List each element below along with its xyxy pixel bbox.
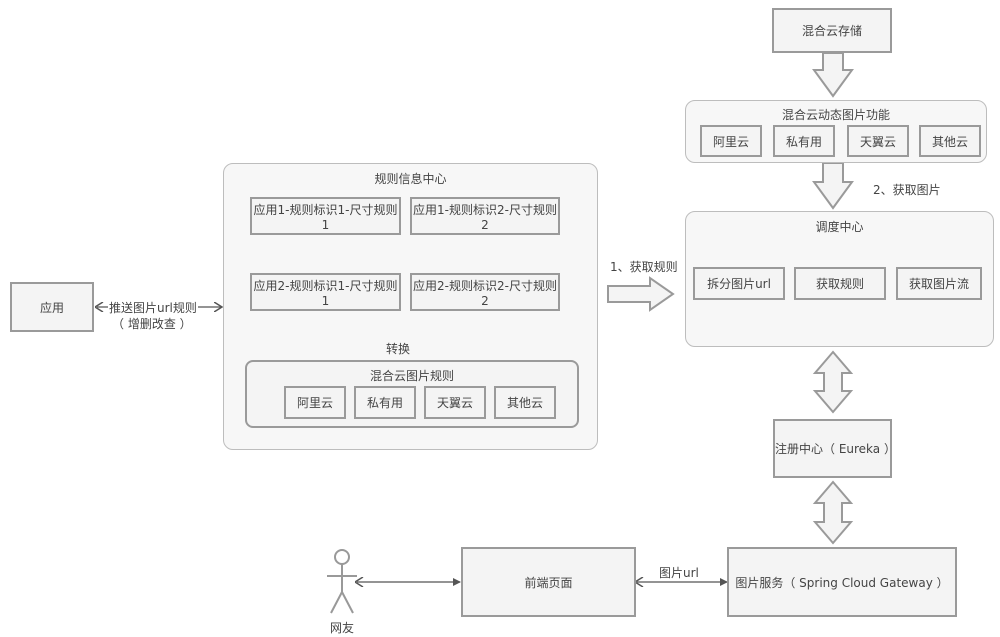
rule-cloud-aliyun[interactable]: 阿里云: [284, 386, 346, 419]
image-url-label: 图片url: [659, 566, 699, 580]
hybrid-storage-label: 混合云存储: [801, 24, 862, 38]
application-node[interactable]: 应用: [10, 282, 94, 332]
hybrid-storage-node[interactable]: 混合云存储: [772, 8, 892, 53]
rule-app1-id1[interactable]: 应用1-规则标识1-尺寸规则1: [250, 197, 401, 235]
dispatch-get-image-stream[interactable]: 获取图片流: [896, 267, 982, 300]
rule-app2-id1[interactable]: 应用2-规则标识1-尺寸规则1: [250, 273, 401, 311]
dynamic-cloud-other[interactable]: 其他云: [919, 125, 981, 157]
block-arrow-right-get-rules: [607, 276, 675, 312]
rule-info-center-title: 规则信息中心: [374, 172, 447, 186]
block-arrow-down-get-image: [812, 162, 854, 210]
dynamic-cloud-private[interactable]: 私有用: [773, 125, 835, 157]
hybrid-rules-title: 混合云图片规则: [369, 369, 454, 383]
push-rules-sublabel: （ 增删改查 ）: [112, 317, 192, 331]
block-double-arrow-dispatch-registry: [812, 350, 854, 414]
hybrid-rules-container: 混合云图片规则 阿里云 私有用 天翼云 其他云: [245, 360, 579, 428]
block-arrow-down-storage: [812, 52, 854, 98]
netizen-label: 网友: [330, 621, 355, 635]
get-image-label: 2、获取图片: [873, 183, 941, 197]
rule-cloud-tianyi[interactable]: 天翼云: [424, 386, 486, 419]
dynamic-image-function-container: 混合云动态图片功能 阿里云 私有用 天翼云 其他云: [685, 100, 987, 163]
rule-app1-id2[interactable]: 应用1-规则标识2-尺寸规则2: [410, 197, 560, 235]
get-rules-label: 1、获取规则: [610, 260, 678, 274]
dynamic-image-function-title: 混合云动态图片功能: [781, 108, 890, 122]
block-double-arrow-registry-gateway: [812, 480, 854, 545]
rule-app2-id2[interactable]: 应用2-规则标识2-尺寸规则2: [410, 273, 560, 311]
image-service-gateway-node[interactable]: 图片服务（ Spring Cloud Gateway ）: [727, 547, 957, 617]
dispatch-center-title: 调度中心: [815, 220, 864, 234]
rule-cloud-private[interactable]: 私有用: [354, 386, 416, 419]
rule-cloud-other[interactable]: 其他云: [494, 386, 556, 419]
convert-label: 转换: [386, 342, 411, 356]
frontend-page-node[interactable]: 前端页面: [461, 547, 636, 617]
dynamic-cloud-tianyi[interactable]: 天翼云: [847, 125, 909, 157]
dispatch-get-rules[interactable]: 获取规则: [794, 267, 886, 300]
registry-eureka-node[interactable]: 注册中心（ Eureka ）: [773, 419, 896, 478]
user-actor-icon: [327, 549, 357, 614]
dispatch-split-url[interactable]: 拆分图片url: [693, 267, 785, 300]
dispatch-center-container: 调度中心 拆分图片url 获取规则 获取图片流: [685, 211, 994, 347]
dynamic-cloud-aliyun[interactable]: 阿里云: [700, 125, 762, 157]
push-rules-label: 推送图片url规则: [108, 299, 198, 316]
